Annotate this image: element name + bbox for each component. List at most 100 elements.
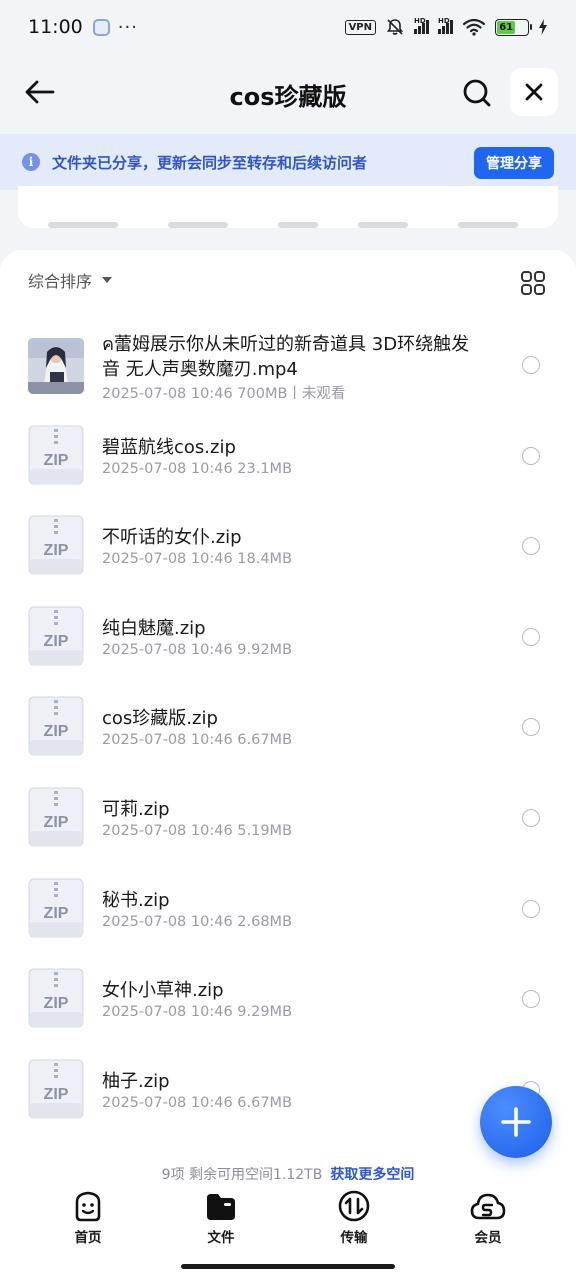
file-meta: 2025-07-08 10:46 5.19MB — [102, 822, 293, 839]
tab-home[interactable]: 首页 — [38, 1190, 138, 1246]
file-meta: 2025-07-08 10:46 700MB丨未观看 — [102, 386, 346, 402]
file-list-panel: 综合排序 ค蕾姆展示你从未听过的新奇道具 3D环绕触发音 无人声奥数魔刃.mp4… — [0, 250, 576, 1180]
battery-icon: 61 — [495, 18, 532, 36]
tab-label: 首页 — [74, 1230, 102, 1246]
status-indicators: VPN HD HD 61 — [344, 17, 548, 37]
svg-text:ZIP: ZIP — [44, 814, 69, 831]
collapsed-info-card — [18, 186, 558, 228]
list-item[interactable]: ZIP 纯白魅魔.zip 2025-07-08 10:46 9.92MB — [0, 592, 576, 683]
list-item[interactable]: ค蕾姆展示你从未听过的新奇道具 3D环绕触发音 无人声奥数魔刃.mp4 2025… — [0, 320, 576, 411]
share-notice-text: 文件夹已分享，更新会同步至转存和后续访问者 — [52, 153, 368, 172]
select-checkbox[interactable] — [522, 446, 540, 465]
status-time: 11:00 — [28, 16, 83, 38]
plus-icon — [501, 1107, 531, 1137]
svg-text:ZIP: ZIP — [44, 905, 69, 922]
storage-footer: 9项 剩余可用空间1.12TB 获取更多空间 — [0, 1164, 576, 1180]
tab-label: 文件 — [207, 1230, 235, 1246]
select-checkbox[interactable] — [522, 356, 540, 374]
grid-view-button[interactable] — [520, 270, 546, 296]
tab-transfer[interactable]: 传输 — [304, 1190, 404, 1246]
tab-label: 传输 — [340, 1230, 368, 1246]
file-name: ค蕾姆展示你从未听过的新奇道具 3D环绕触发音 无人声奥数魔刃.mp4 — [102, 334, 470, 380]
wifi-icon — [462, 18, 486, 36]
svg-text:ZIP: ZIP — [44, 723, 69, 740]
zip-file-icon: ZIP — [28, 787, 84, 847]
manage-share-button[interactable]: 管理分享 — [474, 147, 554, 179]
back-button[interactable] — [20, 72, 60, 112]
select-checkbox[interactable] — [522, 718, 540, 737]
zip-file-icon: ZIP — [28, 515, 84, 575]
tab-label: 会员 — [474, 1230, 502, 1246]
file-name: 可莉.zip — [102, 798, 170, 820]
status-bar: 11:00 ··· VPN HD HD 61 — [0, 0, 576, 54]
vpn-icon: VPN — [344, 19, 376, 35]
file-meta: 2025-07-08 10:46 6.67MB — [102, 1094, 293, 1111]
svg-text:ZIP: ZIP — [44, 542, 69, 559]
file-name: 碧蓝航线cos.zip — [102, 436, 236, 458]
file-meta: 2025-07-08 10:46 6.67MB — [102, 732, 293, 749]
top-app-bar: cos珍藏版 — [0, 54, 576, 134]
svg-text:ZIP: ZIP — [44, 995, 69, 1012]
select-checkbox[interactable] — [522, 808, 540, 827]
home-indicator[interactable] — [181, 1264, 395, 1269]
caret-down-icon — [102, 277, 113, 283]
charging-icon — [539, 19, 547, 35]
search-button[interactable] — [456, 72, 498, 114]
close-button[interactable] — [510, 68, 558, 116]
list-item[interactable]: ZIP 不听话的女仆.zip 2025-07-08 10:46 18.4MB — [0, 501, 576, 592]
file-name: 女仆小草神.zip — [102, 980, 224, 1002]
more-notifications-icon: ··· — [117, 16, 138, 38]
sort-dropdown[interactable]: 综合排序 — [28, 268, 113, 292]
list-item[interactable]: ZIP cos珍藏版.zip 2025-07-08 10:46 6.67MB — [0, 682, 576, 773]
list-item[interactable]: ZIP 秘书.zip 2025-07-08 10:46 2.68MB — [0, 864, 576, 955]
search-icon — [463, 79, 491, 107]
select-checkbox[interactable] — [522, 990, 540, 1009]
svg-text:ZIP: ZIP — [44, 633, 69, 650]
share-notice-banner: i 文件夹已分享，更新会同步至转存和后续访问者 管理分享 — [0, 134, 576, 190]
signal-strength-icon: HD — [414, 17, 429, 34]
home-smile-icon — [75, 1191, 101, 1222]
file-meta: 2025-07-08 10:46 23.1MB — [102, 460, 293, 477]
storage-info-text: 9项 剩余可用空间1.12TB — [161, 1167, 323, 1180]
file-meta: 2025-07-08 10:46 18.4MB — [102, 551, 293, 568]
select-checkbox[interactable] — [522, 627, 540, 646]
signal-strength-icon-2: HD — [438, 17, 453, 34]
sort-label: 综合排序 — [28, 272, 93, 291]
folder-icon — [207, 1194, 235, 1220]
file-meta: 2025-07-08 10:46 9.92MB — [102, 641, 293, 658]
file-meta: 2025-07-08 10:46 9.29MB — [102, 1004, 293, 1021]
select-checkbox[interactable] — [522, 899, 540, 918]
svg-text:ZIP: ZIP — [44, 452, 69, 469]
file-meta: 2025-07-08 10:46 2.68MB — [102, 913, 293, 930]
tab-files[interactable]: 文件 — [171, 1190, 271, 1246]
svg-text:ZIP: ZIP — [44, 1086, 69, 1103]
file-name: 纯白魅魔.zip — [102, 617, 206, 639]
tab-vip[interactable]: 会员 — [438, 1190, 538, 1246]
battery-level: 61 — [497, 20, 516, 34]
zip-file-icon: ZIP — [28, 606, 84, 666]
get-more-space-link[interactable]: 获取更多空间 — [330, 1167, 414, 1180]
select-checkbox[interactable] — [522, 537, 540, 556]
video-thumbnail — [28, 338, 84, 394]
list-item[interactable]: ZIP 碧蓝航线cos.zip 2025-07-08 10:46 23.1MB — [0, 411, 576, 502]
file-name: 秘书.zip — [102, 889, 170, 911]
file-name: 不听话的女仆.zip — [102, 527, 242, 549]
zip-file-icon: ZIP — [28, 425, 84, 485]
file-name: cos珍藏版.zip — [102, 708, 218, 730]
arrow-left-icon — [25, 80, 55, 104]
list-item[interactable]: ZIP 可莉.zip 2025-07-08 10:46 5.19MB — [0, 773, 576, 864]
add-button[interactable] — [480, 1086, 552, 1158]
transfer-icon — [338, 1190, 370, 1222]
zip-file-icon: ZIP — [28, 1059, 84, 1119]
file-name: 柚子.zip — [102, 1070, 170, 1092]
app-notification-icon — [92, 18, 110, 36]
zip-file-icon: ZIP — [28, 696, 84, 756]
vip-cloud-icon — [470, 1193, 506, 1220]
file-list: ค蕾姆展示你从未听过的新奇道具 3D环绕触发音 无人声奥数魔刃.mp4 2025… — [0, 320, 576, 1135]
info-icon: i — [22, 153, 40, 171]
bell-muted-icon — [386, 19, 404, 35]
list-item[interactable]: ZIP 女仆小草神.zip 2025-07-08 10:46 9.29MB — [0, 954, 576, 1045]
close-icon — [525, 83, 543, 101]
zip-file-icon: ZIP — [28, 968, 84, 1028]
zip-file-icon: ZIP — [28, 878, 84, 938]
